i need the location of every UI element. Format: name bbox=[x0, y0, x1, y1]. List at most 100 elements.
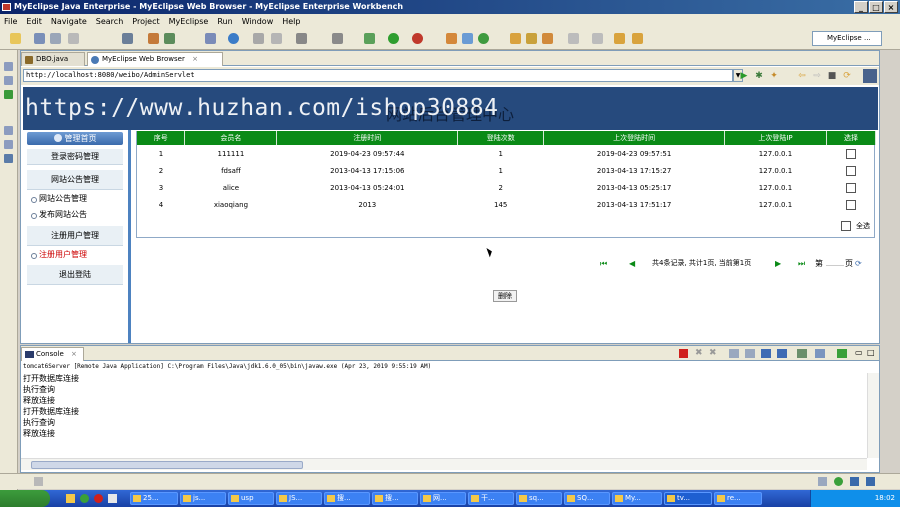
settings-icon[interactable]: ✦ bbox=[769, 71, 779, 81]
menu-search[interactable]: Search bbox=[96, 17, 123, 26]
taskbar-item[interactable]: JS... bbox=[276, 492, 322, 505]
menu-window[interactable]: Window bbox=[242, 17, 274, 26]
fast-view-icon[interactable] bbox=[34, 477, 43, 486]
problems-icon[interactable] bbox=[4, 140, 13, 149]
browser-forward-icon[interactable]: ⇨ bbox=[812, 71, 822, 81]
maximize-view-icon[interactable]: □ bbox=[867, 348, 875, 357]
page-number-input[interactable] bbox=[826, 255, 844, 266]
open-console-icon[interactable] bbox=[837, 349, 847, 358]
first-page-icon[interactable]: ⏮ bbox=[600, 258, 607, 269]
deploy-icon[interactable] bbox=[164, 33, 175, 44]
sidebar-item-users[interactable]: 注册用户管理 bbox=[27, 226, 123, 246]
row-checkbox[interactable] bbox=[845, 199, 856, 210]
trim-console-icon[interactable] bbox=[866, 477, 875, 486]
browser-back-icon[interactable]: ⇦ bbox=[797, 71, 807, 81]
menu-project[interactable]: Project bbox=[132, 17, 159, 26]
bookmark-icon[interactable] bbox=[271, 33, 282, 44]
go-page-icon[interactable]: ⟳ bbox=[855, 258, 862, 269]
task-icon[interactable] bbox=[253, 33, 264, 44]
taskbar-item[interactable]: js... bbox=[180, 492, 226, 505]
close-console-icon[interactable]: × bbox=[71, 350, 77, 358]
sidebar-item-logout[interactable]: 退出登陆 bbox=[27, 265, 123, 285]
server-icon[interactable] bbox=[205, 33, 216, 44]
perspective-switcher[interactable]: MyEclipse ... bbox=[812, 31, 882, 46]
minimize-button[interactable]: _ bbox=[854, 1, 868, 13]
back-icon[interactable] bbox=[614, 33, 625, 44]
taskbar-item[interactable]: 25... bbox=[130, 492, 178, 505]
update-icon[interactable] bbox=[834, 477, 843, 486]
new-package-icon[interactable] bbox=[462, 33, 473, 44]
next-page-icon[interactable]: ▶ bbox=[775, 258, 781, 269]
row-checkbox[interactable] bbox=[845, 165, 856, 176]
outline-icon[interactable] bbox=[4, 126, 13, 135]
close-button[interactable]: × bbox=[884, 1, 898, 13]
start-button[interactable] bbox=[0, 490, 50, 507]
view-menu-icon[interactable] bbox=[863, 69, 877, 83]
display-console-icon[interactable] bbox=[815, 349, 825, 358]
save-icon[interactable] bbox=[34, 33, 45, 44]
debug-icon[interactable] bbox=[364, 33, 375, 44]
print-icon[interactable] bbox=[68, 33, 79, 44]
taskbar-item[interactable]: 干... bbox=[468, 492, 514, 505]
external-tools-icon[interactable] bbox=[412, 33, 423, 44]
database-icon[interactable] bbox=[296, 33, 307, 44]
new-project-icon[interactable] bbox=[446, 33, 457, 44]
sidebar-header[interactable]: 管理首页 bbox=[27, 132, 123, 145]
servers-icon[interactable] bbox=[4, 154, 13, 163]
trim-outline-icon[interactable] bbox=[850, 477, 859, 486]
new-class-icon[interactable] bbox=[478, 33, 489, 44]
taskbar-item[interactable]: My... bbox=[612, 492, 662, 505]
new-icon[interactable] bbox=[10, 33, 21, 44]
tray-clock[interactable]: 18:02 bbox=[875, 494, 895, 502]
menu-navigate[interactable]: Navigate bbox=[51, 17, 87, 26]
scrollbar-thumb[interactable] bbox=[31, 461, 303, 469]
quicklaunch-desktop-icon[interactable] bbox=[108, 494, 117, 503]
open-type-icon[interactable] bbox=[122, 33, 133, 44]
select-all[interactable]: 全选 bbox=[841, 220, 870, 232]
taskbar-item[interactable]: sq... bbox=[516, 492, 562, 505]
web-browser-icon[interactable] bbox=[228, 33, 239, 44]
open-folder-icon[interactable] bbox=[510, 33, 521, 44]
sidebar-sub-users-manage[interactable]: 注册用户管理 bbox=[31, 249, 87, 261]
go-icon[interactable]: ▶ bbox=[739, 71, 749, 81]
quicklaunch-folder-icon[interactable] bbox=[66, 494, 75, 503]
menu-edit[interactable]: Edit bbox=[26, 17, 42, 26]
remove-all-icon[interactable]: ✖ bbox=[709, 349, 717, 358]
url-input[interactable]: http://localhost:8080/weibo/AdminServlet bbox=[23, 69, 733, 82]
tab-console[interactable]: Console × bbox=[21, 347, 84, 361]
package-explorer-icon[interactable] bbox=[4, 62, 13, 71]
close-tab-icon[interactable]: × bbox=[192, 55, 198, 63]
sidebar-sub-notice-publish[interactable]: 发布网站公告 bbox=[31, 209, 87, 221]
row-checkbox[interactable] bbox=[845, 182, 856, 193]
tab-dbo-java[interactable]: DBO.java bbox=[21, 52, 85, 66]
menu-file[interactable]: File bbox=[4, 17, 17, 26]
select-all-checkbox[interactable] bbox=[841, 221, 851, 231]
prev-annotation-icon[interactable] bbox=[592, 33, 603, 44]
menu-help[interactable]: Help bbox=[282, 17, 300, 26]
prev-page-icon[interactable]: ◀ bbox=[629, 258, 635, 269]
stop-icon[interactable]: ■ bbox=[827, 71, 837, 81]
menu-run[interactable]: Run bbox=[217, 17, 232, 26]
pin-console-icon[interactable] bbox=[797, 349, 807, 358]
taskbar-item[interactable]: tv... bbox=[664, 492, 712, 505]
save-all-icon[interactable] bbox=[50, 33, 61, 44]
minimize-view-icon[interactable]: ▭ bbox=[855, 348, 863, 357]
show-stderr-icon[interactable] bbox=[777, 349, 787, 358]
row-checkbox[interactable] bbox=[845, 148, 856, 159]
refresh-gear-icon[interactable]: ✱ bbox=[754, 71, 764, 81]
sidebar-sub-notice-manage[interactable]: 网站公告管理 bbox=[31, 193, 87, 205]
build-icon[interactable] bbox=[148, 33, 159, 44]
taskbar-item[interactable]: re... bbox=[714, 492, 762, 505]
heap-icon[interactable] bbox=[818, 477, 827, 486]
last-page-icon[interactable]: ⏭ bbox=[798, 258, 805, 269]
tab-web-browser[interactable]: MyEclipse Web Browser × bbox=[87, 52, 223, 66]
console-horizontal-scrollbar[interactable] bbox=[21, 458, 867, 470]
quicklaunch-app-icon[interactable] bbox=[94, 494, 103, 503]
quicklaunch-browser-icon[interactable] bbox=[80, 494, 89, 503]
sidebar-item-password[interactable]: 登录密码管理 bbox=[27, 149, 123, 165]
taskbar-item[interactable]: 搜... bbox=[324, 492, 370, 505]
clear-console-icon[interactable] bbox=[729, 349, 739, 358]
next-annotation-icon[interactable] bbox=[568, 33, 579, 44]
terminate-icon[interactable] bbox=[679, 349, 688, 358]
pipeline-icon[interactable] bbox=[332, 33, 343, 44]
